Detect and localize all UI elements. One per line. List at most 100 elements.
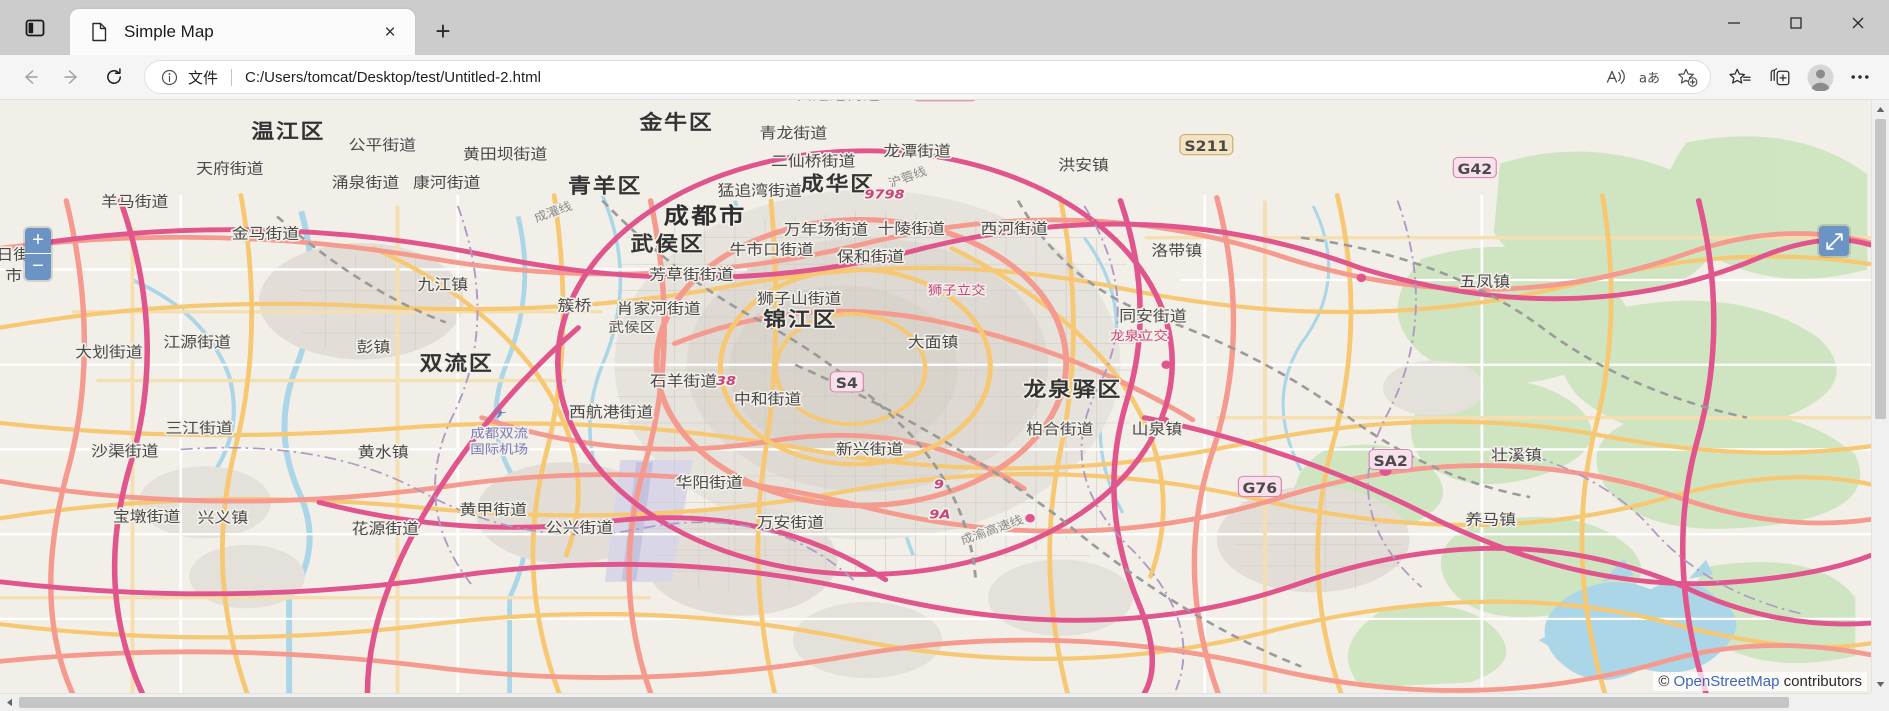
map-label-town-11: 猛追湾街道 [718, 182, 802, 200]
map-junction-label-0: 狮子立交 [928, 282, 986, 298]
maximize-glyph [1790, 17, 1802, 29]
vertical-scroll-track[interactable] [1872, 118, 1889, 675]
info-glyph [161, 69, 177, 85]
bottom-scroll-row [0, 693, 1889, 711]
new-tab-button[interactable]: + [423, 11, 463, 51]
map-label-town-4: 龙潭街道 [883, 142, 951, 160]
add-favorite-glyph [1677, 68, 1697, 87]
map-label-town-37: 黄水镇 [358, 443, 409, 461]
map-label-town-26: 肖家河街道 [617, 299, 701, 317]
openstreetmap-link[interactable]: OpenStreetMap [1674, 673, 1780, 690]
info-circle-icon[interactable] [159, 67, 179, 87]
map-label-town-48: 养马镇 [1465, 511, 1516, 529]
map-area-label: 武侯区 [608, 320, 655, 336]
maximize-icon[interactable] [1765, 0, 1827, 46]
map-label-town-10: 康河街道 [413, 174, 481, 192]
page-content: 成都市 温江区青羊区金牛区成华区武侯区锦江区双流区龙泉驿区 公平街道黄田坝街道白… [0, 100, 1889, 693]
sidebar-toggle-icon[interactable] [12, 5, 58, 51]
scroll-left-glyph [6, 698, 12, 707]
scroll-left-arrow-icon[interactable] [0, 694, 18, 711]
collections-icon[interactable] [1761, 59, 1799, 95]
add-favorite-star-icon[interactable] [1670, 62, 1704, 92]
more-ellipsis-icon[interactable] [1841, 59, 1879, 95]
map-attribution: © OpenStreetMap contributors [1653, 672, 1867, 691]
page-icon-glyph [92, 22, 107, 42]
map-label-town-9: 涌泉街道 [332, 174, 400, 192]
map-label-town-38: 新兴街道 [836, 440, 904, 458]
airplane-icon: ✈ [492, 404, 507, 422]
map-label-town-50: 市 [5, 266, 22, 284]
map-label-town-22: 狮子山街道 [757, 289, 841, 307]
tab-strip: Simple Map × + [0, 0, 1889, 55]
scroll-down-arrow-icon[interactable] [1872, 675, 1889, 693]
map-label-town-21: 芳草街街道 [649, 265, 733, 283]
sidebar-toggle-glyph [25, 19, 45, 37]
back-arrow-icon[interactable] [10, 59, 50, 95]
horizontal-scroll-thumb[interactable] [19, 697, 1789, 708]
map-shield-label-4: G76 [1243, 481, 1278, 497]
read-aloud-icon[interactable] [1598, 62, 1632, 92]
map-label-town-27: 江源街道 [163, 333, 231, 351]
avatar-glyph [1807, 64, 1833, 91]
map-label-town-15: 十陵街道 [878, 220, 946, 238]
url-input[interactable]: 文件 C:/Users/tomcat/Desktop/test/Untitled… [144, 60, 1711, 94]
scroll-up-arrow-icon[interactable] [1872, 100, 1889, 118]
minimize-icon[interactable] [1703, 0, 1765, 46]
tab-close-button[interactable]: × [375, 17, 405, 47]
forward-arrow-icon[interactable] [52, 59, 92, 95]
map-label-town-25: 簇桥 [558, 296, 592, 314]
zoom-out-button[interactable]: − [25, 254, 51, 280]
vertical-scroll-thumb[interactable] [1875, 119, 1886, 419]
map-label-town-13: 金马街道 [232, 225, 300, 243]
close-icon[interactable] [1827, 0, 1889, 46]
map-label-town-28: 大划街道 [75, 343, 143, 361]
openstreetmap-canvas[interactable]: 成都市 温江区青羊区金牛区成华区武侯区锦江区双流区龙泉驿区 公平街道黄田坝街道白… [0, 100, 1871, 693]
map-shield-label-0: G4202 [917, 100, 973, 101]
map-label-town-19: 保和街道 [837, 247, 905, 265]
vertical-scrollbar[interactable] [1871, 100, 1889, 693]
map-label-district-4: 武侯区 [631, 233, 705, 256]
horizontal-scrollbar[interactable] [0, 693, 1871, 711]
favorites-star-list-icon[interactable] [1721, 59, 1759, 95]
horizontal-scroll-track[interactable] [18, 694, 1871, 711]
map-route-number-0: 9798 [864, 187, 904, 202]
map-label-town-0: 公平街道 [349, 136, 417, 154]
reload-glyph [107, 68, 121, 84]
map-label-town-45: 华阳街道 [675, 474, 743, 492]
map-label-town-42: 兴义镇 [198, 509, 249, 527]
tab-title: Simple Map [124, 22, 214, 41]
address-bar: 文件 C:/Users/tomcat/Desktop/test/Untitled… [0, 55, 1889, 100]
map-route-number-1: 38 [716, 374, 736, 389]
attribution-suffix: contributors [1783, 673, 1862, 690]
fullscreen-button[interactable] [1819, 226, 1849, 256]
map-label-town-47: 万安街道 [757, 514, 825, 532]
map-label-town-46: 公兴街道 [546, 519, 614, 537]
map-viewport[interactable]: 成都市 温江区青羊区金牛区成华区武侯区锦江区双流区龙泉驿区 公平街道黄田坝街道白… [0, 100, 1871, 693]
map-label-district-7: 龙泉驿区 [1023, 377, 1122, 401]
zoom-in-button[interactable]: + [25, 228, 51, 254]
map-label-town-36: 三江街道 [165, 419, 233, 437]
map-label-town-44: 黄甲街道 [460, 501, 528, 519]
map-label-town-32: 中和街道 [734, 390, 802, 408]
map-label-airport-line1: 成都双流 [470, 426, 528, 441]
page-icon [88, 21, 110, 43]
close-glyph [1852, 17, 1864, 29]
translate-icon[interactable]: aあ [1634, 62, 1668, 92]
window-controls [1703, 0, 1889, 55]
map-label-town-2: 白莲池街道 [796, 100, 880, 103]
map-label-town-35: 西航港街道 [569, 403, 653, 421]
browser-tab[interactable]: Simple Map × [70, 9, 415, 55]
map-shield-label-5: SA2 [1373, 454, 1407, 470]
omnibox-separator [231, 68, 233, 86]
read-aloud-glyph [1606, 69, 1625, 84]
map-label-district-2: 金牛区 [638, 110, 713, 134]
map-route-number-2: 9 [934, 477, 944, 492]
map-label-town-1: 黄田坝街道 [463, 145, 547, 163]
map-label-town-41: 宝墩街道 [113, 508, 181, 526]
map-label-district-6: 双流区 [420, 351, 494, 375]
map-label-town-24: 同安街道 [1119, 307, 1187, 325]
svg-text:aあ: aあ [1639, 71, 1660, 86]
file-scheme-label: 文件 [188, 69, 219, 87]
profile-avatar-icon[interactable] [1801, 59, 1839, 95]
reload-icon[interactable] [94, 59, 134, 95]
